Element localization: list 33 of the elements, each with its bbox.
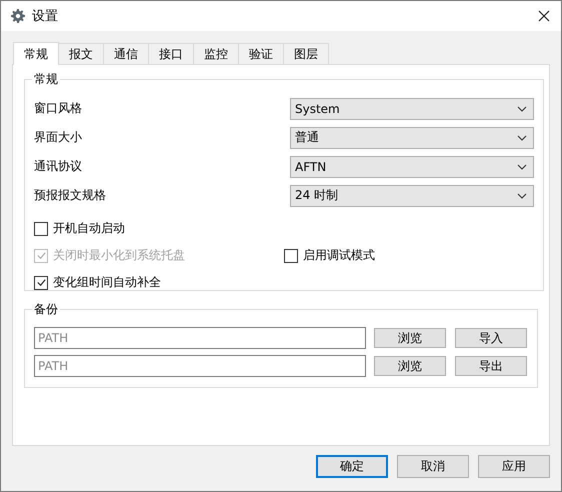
window-title: 设置 xyxy=(32,8,59,25)
checkmark-icon xyxy=(36,250,46,261)
browse-button[interactable]: 浏览 xyxy=(374,356,446,376)
setting-label: 界面大小 xyxy=(34,129,82,146)
dropdown[interactable]: 普通 xyxy=(290,126,534,148)
settings-icon xyxy=(11,9,25,23)
close-icon[interactable] xyxy=(538,10,550,22)
setting-label: 窗口风格 xyxy=(34,100,82,117)
action-button[interactable]: 导入 xyxy=(455,328,527,348)
chevron-icon xyxy=(517,164,527,170)
checkbox[interactable]: 开机自动启动 xyxy=(34,220,284,237)
browse-button[interactable]: 浏览 xyxy=(374,328,446,348)
checkbox[interactable]: 变化组时间自动补全 xyxy=(34,274,284,291)
checkmark-icon xyxy=(36,277,46,288)
checkbox[interactable]: 启用调试模式 xyxy=(284,247,534,264)
dropdown[interactable]: System xyxy=(290,98,534,120)
setting-label: 通讯协议 xyxy=(34,158,82,175)
chevron-icon xyxy=(517,106,527,112)
dialog-button[interactable]: 应用 xyxy=(478,455,550,478)
group-title: 备份 xyxy=(33,301,59,318)
chevron-icon xyxy=(517,192,527,198)
tab[interactable]: 常规 xyxy=(13,42,59,65)
group-title: 常规 xyxy=(33,71,59,88)
dialog-button[interactable]: 确定 xyxy=(316,455,388,478)
dialog-button[interactable]: 取消 xyxy=(397,455,469,478)
setting-label: 预报报文规格 xyxy=(34,187,106,204)
path-field[interactable]: PATH xyxy=(34,327,366,349)
dropdown[interactable]: 24 时制 xyxy=(290,184,534,206)
chevron-icon xyxy=(517,134,527,140)
dropdown[interactable]: AFTN xyxy=(290,156,534,178)
path-field[interactable]: PATH xyxy=(34,355,366,377)
tab[interactable]: 图层 xyxy=(283,43,329,64)
action-button[interactable]: 导出 xyxy=(455,356,527,376)
